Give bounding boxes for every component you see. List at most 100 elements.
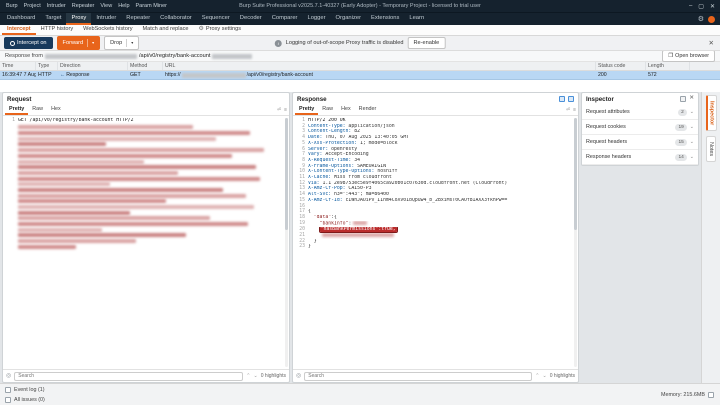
scrollbar-thumb[interactable] — [574, 118, 577, 231]
tab-extensions[interactable]: Extensions — [366, 13, 404, 25]
memory-label: Memory: 215.6MB — [660, 391, 705, 398]
line-content: } — [308, 244, 311, 250]
prev-match-icon[interactable]: ⌃ — [535, 373, 539, 379]
wrap-icon[interactable]: ⏎ — [566, 107, 570, 113]
tab-repeater[interactable]: Repeater — [121, 13, 155, 25]
next-match-icon[interactable]: ⌄ — [254, 373, 258, 379]
cell-method: GET — [130, 72, 141, 78]
side-tab-notes[interactable]: Notes — [706, 136, 716, 163]
subtab-match-and-replace[interactable]: Match and replace — [138, 25, 194, 35]
url-path: /api/v0/registry/bank-account — [246, 72, 313, 78]
forward-button[interactable]: Forward ▾ — [56, 36, 101, 50]
open-browser-button[interactable]: ❐ Open browser — [662, 50, 715, 62]
tab-sequencer[interactable]: Sequencer — [197, 13, 235, 25]
maximize-button[interactable]: ▢ — [698, 3, 704, 10]
tab-collaborator[interactable]: Collaborator — [155, 13, 197, 25]
side-tab-strip: Inspector Notes — [701, 92, 720, 383]
close-button[interactable]: ✕ — [710, 3, 715, 10]
response-tab-render[interactable]: Render — [355, 105, 381, 115]
drop-button[interactable]: Drop ▾ — [104, 36, 140, 50]
response-tab-hex[interactable]: Hex — [337, 105, 355, 115]
inspector-section-response-headers[interactable]: Response headers 14 ⌄ — [582, 150, 698, 165]
tab-logger[interactable]: Logger — [302, 13, 330, 25]
layout-rows-icon[interactable] — [568, 96, 574, 102]
prev-match-icon[interactable]: ⌃ — [246, 373, 250, 379]
arrow-left-icon: ← — [60, 72, 66, 78]
intercept-toggle-button[interactable]: Intercept on — [4, 37, 53, 49]
gc-icon[interactable] — [708, 391, 714, 398]
subtab-http-history[interactable]: HTTP history — [36, 25, 79, 35]
response-search-input[interactable] — [304, 371, 533, 381]
caret-down-icon[interactable]: ▾ — [92, 41, 94, 45]
response-from-bar: Response from /api/v0/registry/bank-acco… — [0, 50, 720, 62]
menu-project[interactable]: Project — [21, 2, 44, 10]
dock-icon[interactable] — [680, 96, 687, 102]
menu-repeater[interactable]: Repeater — [69, 2, 98, 10]
request-tab-hex[interactable]: Hex — [47, 105, 65, 115]
cell-length: 572 — [648, 72, 657, 78]
redacted-line — [18, 210, 130, 215]
column-header-length[interactable]: Length — [646, 62, 690, 70]
tab-comparer[interactable]: Comparer — [267, 13, 303, 25]
subtab-websockets-history[interactable]: WebSockets history — [78, 25, 137, 35]
search-options-icon[interactable]: ◎ — [6, 373, 11, 379]
column-header-type[interactable]: Type — [36, 62, 58, 70]
menu-view[interactable]: View — [97, 2, 115, 10]
request-search-input[interactable] — [14, 371, 244, 381]
request-tab-pretty[interactable]: Pretty — [5, 105, 29, 115]
inspector-section-request-headers[interactable]: Request headers 15 ⌄ — [582, 135, 698, 150]
subtab-proxy-settings[interactable]: ⚙ Proxy settings — [194, 25, 247, 35]
response-tab-raw[interactable]: Raw — [318, 105, 337, 115]
close-inspector-icon[interactable]: ✕ — [689, 96, 694, 102]
menu-help[interactable]: Help — [115, 2, 132, 10]
tab-learn[interactable]: Learn — [404, 13, 429, 25]
re-enable-button[interactable]: Re-enable — [407, 37, 446, 49]
menu-param-miner[interactable]: Param Miner — [133, 2, 170, 10]
banner-close-icon[interactable]: ✕ — [707, 39, 716, 47]
column-header-url[interactable]: URL — [163, 62, 596, 70]
caret-down-icon[interactable]: ▾ — [131, 41, 133, 45]
tab-intruder[interactable]: Intruder — [91, 13, 121, 25]
next-match-icon[interactable]: ⌄ — [543, 373, 547, 379]
response-tab-pretty[interactable]: Pretty — [295, 105, 319, 115]
column-header-direction[interactable]: Direction — [58, 62, 128, 70]
response-scrollbar[interactable] — [574, 118, 577, 367]
column-header-method[interactable]: Method — [128, 62, 163, 70]
request-tab-raw[interactable]: Raw — [28, 105, 47, 115]
subtab-intercept[interactable]: Intercept — [2, 25, 36, 35]
tab-target[interactable]: Target — [40, 13, 66, 25]
search-options-icon[interactable]: ◎ — [296, 373, 301, 379]
tab-dashboard[interactable]: Dashboard — [2, 13, 40, 25]
column-header-time[interactable]: Time — [0, 62, 36, 70]
request-tab-bar: Pretty Raw Hex — [5, 105, 65, 115]
redacted-line — [18, 165, 256, 170]
all-issues-button[interactable]: All issues (0) — [14, 397, 45, 403]
inspector-section-request-attributes[interactable]: Request attributes 2 ⌄ — [582, 105, 698, 120]
all-issues-icon — [5, 396, 11, 403]
response-search-bar: ◎ ⌃ ⌄ 0 highlights — [293, 369, 578, 382]
redacted-line — [18, 142, 106, 147]
sub-tab-bar: Intercept HTTP history WebSockets history M… — [0, 25, 720, 36]
editor-menu-icon[interactable]: ≡ — [573, 107, 576, 113]
request-body[interactable]: 1 GET /api/v0/registry/bank-account HTTP/… — [3, 116, 289, 369]
wrap-icon[interactable]: ⏎ — [277, 107, 281, 113]
tab-proxy[interactable]: Proxy — [66, 13, 92, 25]
section-label: Request cookies — [586, 124, 626, 130]
tab-decoder[interactable]: Decoder — [235, 13, 267, 25]
scrollbar-thumb[interactable] — [285, 118, 288, 231]
side-tab-inspector[interactable]: Inspector — [705, 95, 717, 132]
inspector-section-request-cookies[interactable]: Request cookies 19 ⌄ — [582, 120, 698, 135]
minimize-button[interactable]: – — [689, 3, 692, 9]
response-body[interactable]: 1 HTTP/2 200 OK 2 Content-Type: application… — [293, 116, 578, 369]
event-log-button[interactable]: Event log (1) — [14, 387, 45, 393]
request-scrollbar[interactable] — [285, 118, 288, 367]
editor-menu-icon[interactable]: ≡ — [284, 107, 287, 113]
column-header-status-code[interactable]: Status code — [596, 62, 646, 70]
settings-icon[interactable]: ⚙ — [698, 16, 704, 23]
table-row[interactable]: 16:39:47 7 Aug 2...HTTP←ResponseGEThttps… — [0, 71, 720, 80]
menu-intruder[interactable]: Intruder — [44, 2, 69, 10]
tab-organizer[interactable]: Organizer — [331, 13, 366, 25]
layout-columns-icon[interactable] — [559, 96, 565, 102]
burp-ai-icon[interactable] — [708, 15, 715, 23]
menu-burp[interactable]: Burp — [3, 2, 21, 10]
